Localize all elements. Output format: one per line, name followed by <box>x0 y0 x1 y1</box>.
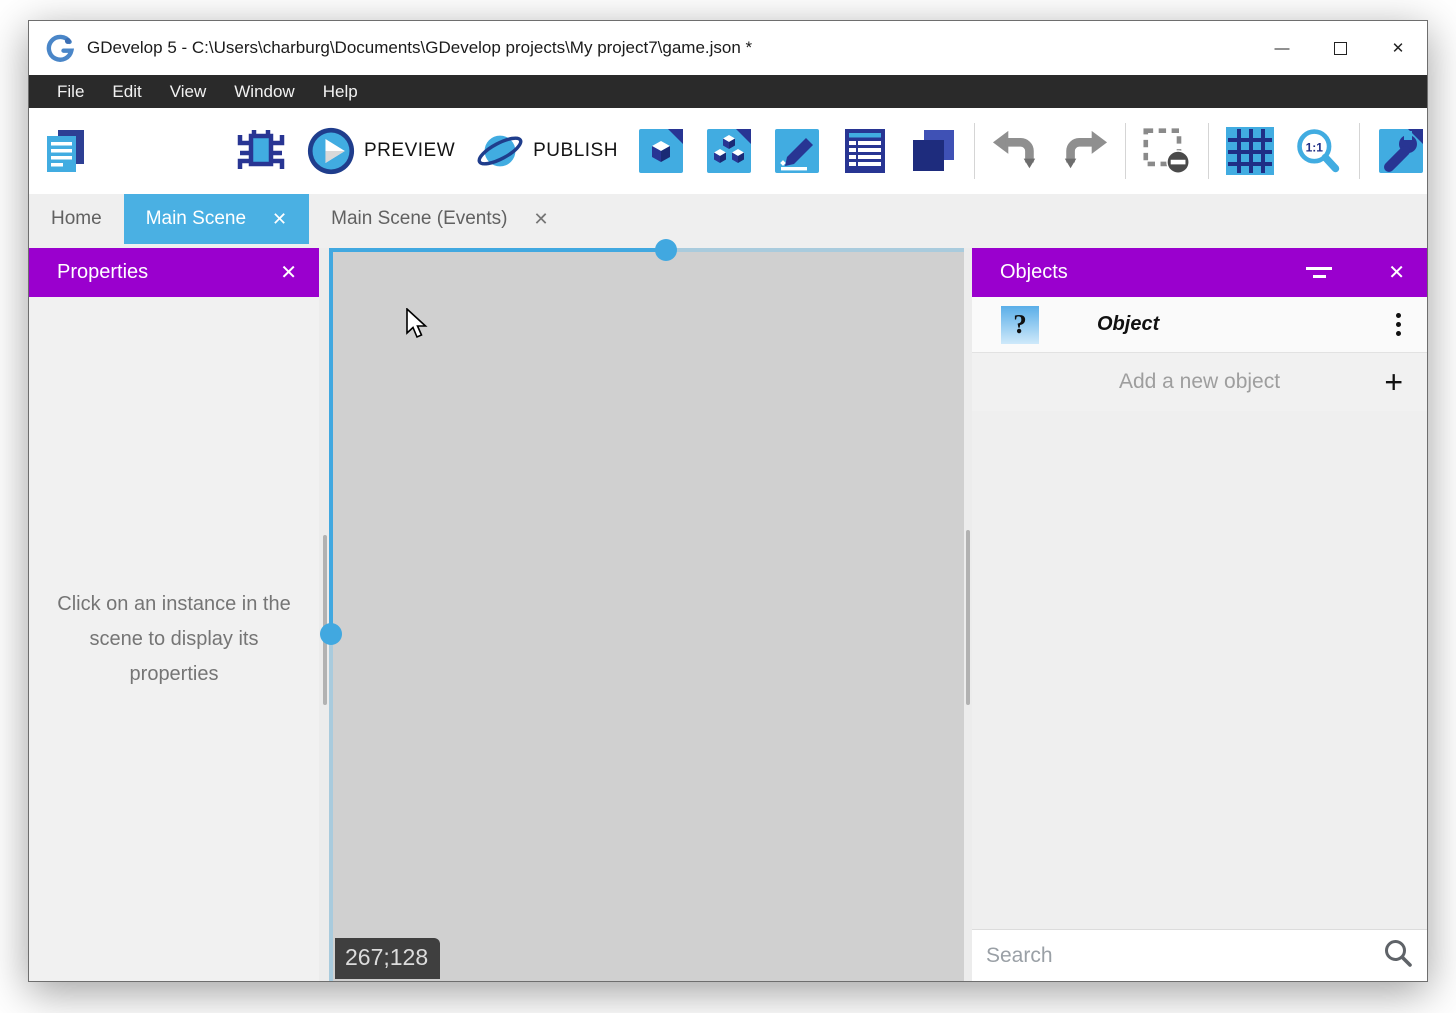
resize-handle-left[interactable] <box>320 623 342 645</box>
scene-left-border <box>329 248 333 981</box>
properties-title: Properties <box>57 261 148 284</box>
titlebar: GDevelop 5 - C:\Users\charburg\Documents… <box>29 21 1427 75</box>
tab-home[interactable]: Home <box>29 194 124 244</box>
search-bar <box>972 929 1427 981</box>
toolbar-separator <box>974 123 975 179</box>
menu-help[interactable]: Help <box>309 75 372 108</box>
window-title: GDevelop 5 - C:\Users\charburg\Documents… <box>87 38 752 58</box>
object-name: Object <box>1097 313 1159 336</box>
objects-editor-icon[interactable] <box>636 126 686 176</box>
properties-panel: Properties ✕ Click on an instance in the… <box>29 248 319 981</box>
toolbar-separator <box>1125 123 1126 179</box>
zoom-1-1-icon[interactable]: 1:1 <box>1293 126 1343 176</box>
cursor-coordinates-badge: 267;128 <box>335 938 440 979</box>
question-mark-icon: ? <box>1001 306 1039 344</box>
toolbar-separator <box>1208 123 1209 179</box>
scrollbar-thumb[interactable] <box>966 530 970 705</box>
tab-close-icon[interactable]: ✕ <box>272 209 287 230</box>
menu-window[interactable]: Window <box>220 75 308 108</box>
grid-icon[interactable] <box>1225 126 1275 176</box>
publish-button[interactable]: PUBLISH <box>533 140 618 162</box>
app-window: GDevelop 5 - C:\Users\charburg\Documents… <box>28 20 1428 982</box>
tab-main-scene-events[interactable]: Main Scene (Events) ✕ <box>309 194 570 244</box>
search-input[interactable] <box>972 944 1383 968</box>
close-icon[interactable]: ✕ <box>1388 260 1405 285</box>
objects-panel: Objects ✕ ? Object Add a new object + <box>972 248 1427 981</box>
canvas-left-scrollbar[interactable] <box>319 248 329 981</box>
object-list-item[interactable]: ? Object <box>972 297 1427 353</box>
maximize-button[interactable] <box>1311 21 1369 75</box>
objects-header: Objects ✕ <box>972 248 1427 297</box>
scene-properties-icon[interactable] <box>772 126 822 176</box>
debug-icon[interactable] <box>236 126 286 176</box>
add-object-button[interactable]: + <box>1384 366 1403 398</box>
filter-icon[interactable] <box>1306 267 1332 278</box>
objects-list-empty-area <box>972 411 1427 929</box>
scene-canvas[interactable]: 267;128 <box>329 248 964 981</box>
preview-play-icon[interactable] <box>306 126 356 176</box>
tab-bar: Home Main Scene ✕ Main Scene (Events) ✕ <box>29 194 1427 248</box>
events-sheet-icon[interactable] <box>840 126 890 176</box>
close-button[interactable]: ✕ <box>1369 21 1427 75</box>
scene-top-border <box>329 248 964 252</box>
close-icon[interactable]: ✕ <box>280 260 297 285</box>
resize-handle-top[interactable] <box>655 239 677 261</box>
publish-globe-icon[interactable] <box>475 126 525 176</box>
add-object-row[interactable]: Add a new object + <box>972 353 1427 411</box>
toolbar-separator <box>1359 123 1360 179</box>
gdevelop-logo-icon <box>46 34 74 62</box>
project-manager-icon[interactable] <box>41 126 91 176</box>
object-menu-icon[interactable] <box>1396 313 1401 336</box>
toolbar: PREVIEW PUBLISH <box>29 108 1427 194</box>
tab-close-icon[interactable]: ✕ <box>533 209 548 230</box>
properties-empty-message: Click on an instance in the scene to dis… <box>55 587 293 692</box>
canvas-right-scrollbar[interactable] <box>964 248 972 981</box>
main-area: Properties ✕ Click on an instance in the… <box>29 248 1427 981</box>
layers-icon[interactable] <box>908 126 958 176</box>
redo-icon[interactable] <box>1059 126 1109 176</box>
menu-file[interactable]: File <box>43 75 98 108</box>
instances-list-icon[interactable] <box>704 126 754 176</box>
menu-bar: File Edit View Window Help <box>29 75 1427 108</box>
svg-text:1:1: 1:1 <box>1306 140 1324 154</box>
deselect-mask-icon[interactable] <box>1142 126 1192 176</box>
mouse-cursor-icon <box>404 308 430 340</box>
objects-title: Objects <box>1000 261 1068 284</box>
add-object-label: Add a new object <box>1119 370 1280 394</box>
search-icon[interactable] <box>1383 938 1413 973</box>
tab-main-scene[interactable]: Main Scene ✕ <box>124 194 309 244</box>
settings-wrench-icon[interactable] <box>1376 126 1426 176</box>
properties-header: Properties ✕ <box>29 248 319 297</box>
minimize-button[interactable]: — <box>1253 21 1311 75</box>
preview-button[interactable]: PREVIEW <box>364 140 455 162</box>
scrollbar-thumb[interactable] <box>323 535 327 705</box>
menu-edit[interactable]: Edit <box>98 75 155 108</box>
menu-view[interactable]: View <box>156 75 221 108</box>
undo-icon[interactable] <box>991 126 1041 176</box>
